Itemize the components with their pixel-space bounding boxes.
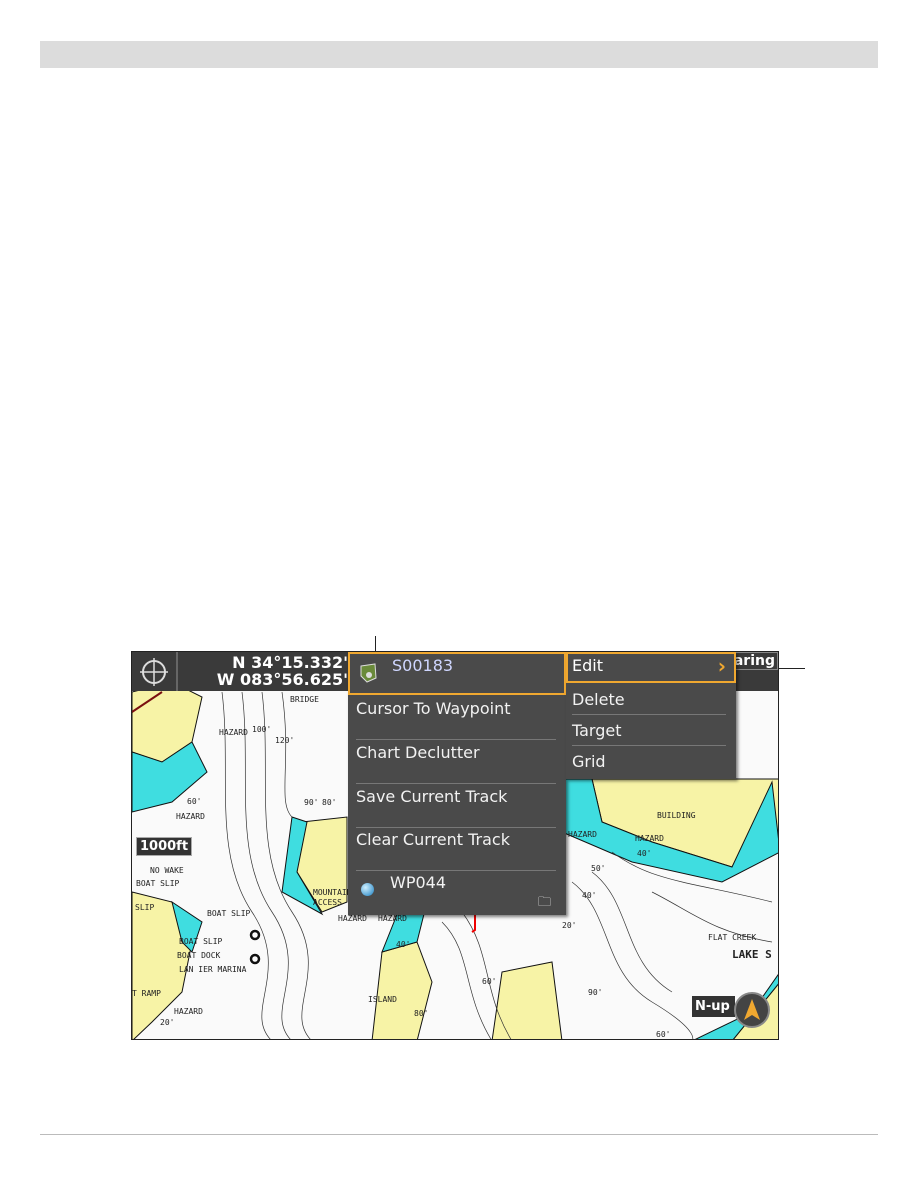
chevron-right-icon: › [717, 654, 726, 678]
submenu-label: Edit [572, 656, 603, 675]
waypoint-dot-icon [361, 883, 374, 896]
map-label: SLIP [135, 903, 155, 912]
map-label: 20' [160, 1018, 175, 1027]
longitude: W 083°56.625' [216, 670, 348, 689]
map-label: 90' [304, 798, 319, 807]
page-header-bar [40, 41, 878, 68]
map-label: ISLAND [368, 995, 397, 1004]
map-label: 60' [482, 977, 497, 986]
waypoint-marker [249, 953, 261, 965]
cursor-crosshair-button[interactable] [132, 652, 178, 691]
map-label: BRIDGE [290, 695, 319, 704]
map-label: HAZARD [174, 1007, 203, 1016]
menu-item-clear-current-track[interactable]: Clear Current Track [356, 826, 556, 871]
fish-waypoint-icon [360, 663, 377, 683]
map-label: 120' [275, 736, 295, 745]
map-label: BOAT DOCK [177, 951, 221, 960]
map-label: HAZARD [338, 914, 367, 923]
map-label: 60' [656, 1030, 671, 1039]
map-label: BUILDING [657, 811, 696, 820]
folder-icon: 🗀 [538, 895, 552, 910]
waypoint-name: S00183 [392, 656, 454, 675]
map-label: 40' [582, 891, 597, 900]
map-label: FLAT CREEK [708, 933, 757, 942]
cursor-coordinates: N 34°15.332' W 083°56.625' [178, 654, 348, 688]
map-label: 80' [322, 798, 337, 807]
map-label: HAZARD [176, 812, 205, 821]
land-area [491, 961, 563, 1039]
map-label: NO WAKE [150, 866, 184, 875]
map-label: HAZARD [219, 728, 248, 737]
scale-indicator: 1000ft [136, 837, 193, 856]
orientation-label[interactable]: N-up [692, 996, 735, 1017]
map-label: 90' [588, 988, 603, 997]
map-label: 50' [591, 864, 606, 873]
north-arrow-icon[interactable] [734, 992, 770, 1028]
map-label: BOAT SLIP [207, 909, 251, 918]
map-label: 80' [414, 1009, 429, 1018]
submenu-item-edit[interactable]: Edit › [566, 652, 736, 683]
map-label: ACCESS [313, 898, 342, 907]
map-label: 20' [562, 921, 577, 930]
map-label: HAZARD [568, 830, 597, 839]
submenu-item-delete[interactable]: Delete [572, 685, 726, 715]
map-label: T RAMP [132, 989, 161, 998]
map-label: 100' [252, 725, 272, 734]
waypoint-context-menu: S00183 Cursor To Waypoint Chart Declutte… [348, 652, 566, 915]
map-label: 60' [187, 797, 202, 806]
map-label: 40' [637, 849, 652, 858]
map-label: LAN IER MARINA [179, 965, 247, 974]
map-label: BOAT SLIP [136, 879, 180, 888]
chart-screen[interactable]: BRIDGE HAZARD 100' 120' 60' 90' 80' HAZA… [131, 651, 779, 1040]
submenu-item-grid[interactable]: Grid [572, 747, 726, 776]
waypoint-marker [249, 929, 261, 941]
menu-item-wp044[interactable]: WP044 🗀 [348, 871, 566, 915]
latitude: N 34°15.332' [232, 653, 348, 672]
menu-item-waypoint-header[interactable]: S00183 [348, 652, 566, 695]
map-label: 40' [396, 940, 411, 949]
menu-item-save-current-track[interactable]: Save Current Track [356, 783, 556, 828]
waypoint-submenu: Edit › Delete Target Grid [566, 652, 736, 779]
waypoint-name: WP044 [390, 873, 447, 892]
land-area [371, 941, 433, 1039]
map-label: MOUNTAIN [313, 888, 352, 897]
map-label: BOAT SLIP [179, 937, 223, 946]
menu-item-cursor-to-waypoint[interactable]: Cursor To Waypoint [356, 695, 556, 740]
menu-item-chart-declutter[interactable]: Chart Declutter [356, 739, 556, 784]
map-label: HAZARD [378, 914, 407, 923]
crosshair-icon [140, 657, 168, 686]
map-label: HAZARD [635, 834, 664, 843]
submenu-item-target[interactable]: Target [572, 716, 726, 746]
page-footer-rule [40, 1134, 878, 1135]
map-label: LAKE S [732, 948, 772, 961]
